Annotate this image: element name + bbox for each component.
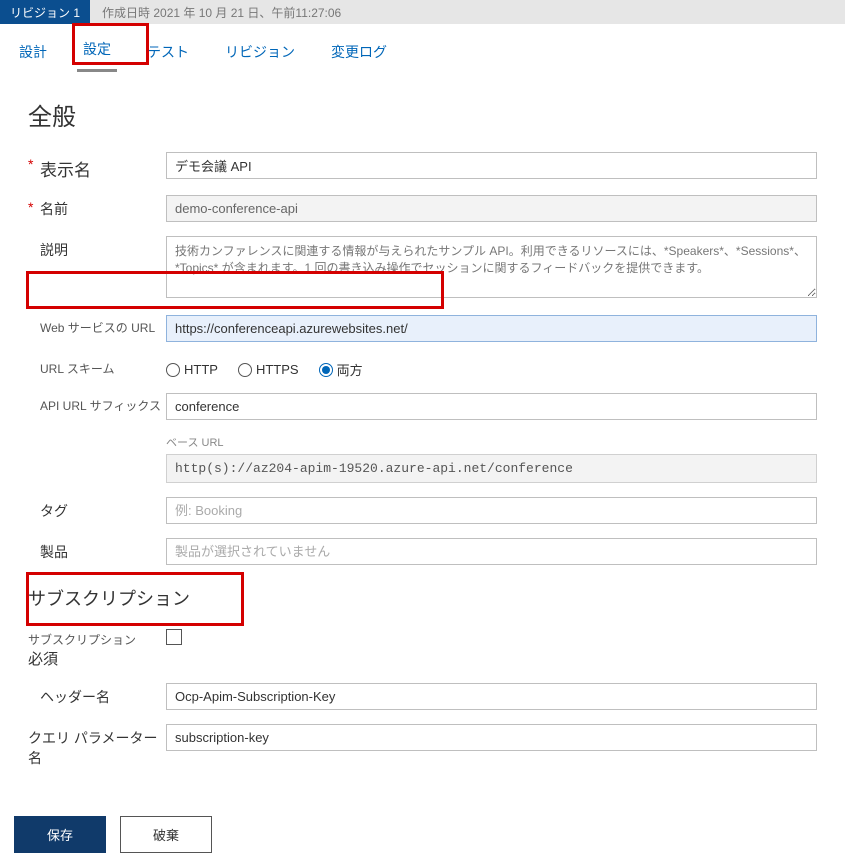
revision-badge: リビジョン 1 [0, 0, 90, 24]
revision-bar: リビジョン 1 作成日時 2021 年 10 月 21 日、午前11:27:06 [0, 0, 845, 24]
input-tags[interactable] [166, 497, 817, 524]
label-url-scheme: URL スキーム [40, 360, 115, 377]
radio-http[interactable]: HTTP [166, 362, 218, 377]
label-query-param-2: 名 [28, 748, 166, 768]
tab-design[interactable]: 設計 [13, 34, 53, 72]
label-web-service-url: Web サービスの URL [40, 319, 155, 336]
label-description: 説明 [40, 240, 68, 260]
save-button[interactable]: 保存 [14, 816, 106, 853]
footer: 保存 破棄 [0, 802, 845, 867]
input-api-suffix[interactable] [166, 393, 817, 420]
checkbox-subscription-required[interactable] [166, 629, 182, 645]
section-subscription-heading: サブスクリプション [28, 585, 817, 611]
label-sub-required-2: 必須 [28, 648, 166, 669]
input-header-name[interactable] [166, 683, 817, 710]
input-name [166, 195, 817, 222]
label-tags: タグ [40, 501, 68, 521]
radio-https[interactable]: HTTPS [238, 362, 299, 377]
tab-changelog[interactable]: 変更ログ [325, 34, 393, 72]
label-header-name: ヘッダー名 [40, 687, 110, 707]
base-url-value: http(s)://az204-apim-19520.azure-api.net… [166, 454, 817, 483]
input-description[interactable] [166, 236, 817, 298]
input-display-name[interactable] [166, 152, 817, 179]
label-query-param-1: クエリ パラメーター [28, 730, 157, 746]
label-base-url: ベース URL [166, 434, 817, 450]
tabs: 設計 設定 テスト リビジョン 変更ログ [0, 24, 845, 73]
tab-settings[interactable]: 設定 [77, 31, 117, 72]
section-general-heading: 全般 [28, 97, 817, 132]
label-api-suffix: API URL サフィックス [40, 397, 161, 414]
input-web-service-url[interactable] [166, 315, 817, 342]
label-display-name: 表示名 [40, 156, 91, 181]
revision-created-text: 作成日時 2021 年 10 月 21 日、午前11:27:06 [102, 4, 341, 21]
tab-test[interactable]: テスト [141, 34, 195, 72]
label-products: 製品 [40, 542, 68, 562]
input-products[interactable] [166, 538, 817, 565]
discard-button[interactable]: 破棄 [120, 816, 212, 853]
radio-both[interactable]: 両方 [319, 360, 363, 379]
label-name: 名前 [40, 199, 68, 219]
label-sub-required-1: サブスクリプション [28, 631, 166, 648]
input-query-param[interactable] [166, 724, 817, 751]
tab-revisions[interactable]: リビジョン [219, 34, 301, 72]
